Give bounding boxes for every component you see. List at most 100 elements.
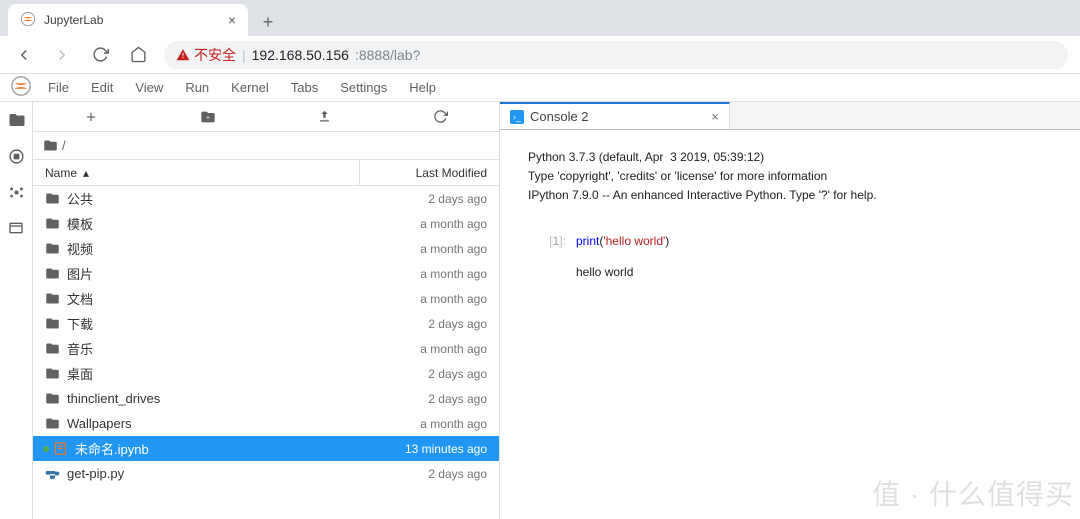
- file-toolbar: +: [33, 102, 499, 132]
- file-row[interactable]: 视频a month ago: [33, 236, 499, 261]
- menu-file[interactable]: File: [38, 76, 79, 99]
- forward-button[interactable]: [50, 43, 74, 67]
- file-row[interactable]: 模板a month ago: [33, 211, 499, 236]
- jl-topbar: FileEditViewRunKernelTabsSettingsHelp: [0, 74, 1080, 102]
- file-name: 视频: [61, 239, 359, 258]
- file-name: 公共: [61, 189, 359, 208]
- url-field[interactable]: 不安全 | 192.168.50.156:8888/lab?: [164, 41, 1068, 69]
- folder-icon: [43, 266, 61, 281]
- browser-tab[interactable]: JupyterLab ×: [8, 4, 248, 36]
- console-tab[interactable]: ›_ Console 2 ×: [500, 102, 730, 129]
- file-modified: a month ago: [359, 267, 499, 281]
- main-area: ›_ Console 2 × Python 3.7.3 (default, Ap…: [500, 102, 1080, 519]
- menu-kernel[interactable]: Kernel: [221, 76, 279, 99]
- folder-icon: [43, 341, 61, 356]
- file-modified: a month ago: [359, 242, 499, 256]
- file-modified: 13 minutes ago: [359, 442, 499, 456]
- menu-view[interactable]: View: [125, 76, 173, 99]
- file-name: Wallpapers: [61, 416, 359, 431]
- file-list-header: Name ▴ Last Modified: [33, 160, 499, 186]
- console-banner: Python 3.7.3 (default, Apr 3 2019, 05:39…: [528, 148, 1052, 206]
- file-name: 下载: [61, 314, 359, 333]
- close-icon[interactable]: ×: [711, 109, 719, 124]
- file-name: get-pip.py: [61, 466, 359, 481]
- browser-chrome: JupyterLab × + 不安全 | 192.168.50.156:8888…: [0, 0, 1080, 74]
- file-name: thinclient_drives: [61, 391, 359, 406]
- svg-text:+: +: [206, 114, 210, 121]
- input-code: print('hello world'): [576, 232, 669, 251]
- back-button[interactable]: [12, 43, 36, 67]
- file-modified: 2 days ago: [359, 392, 499, 406]
- file-row[interactable]: get-pip.py2 days ago: [33, 461, 499, 486]
- menu-run[interactable]: Run: [175, 76, 219, 99]
- refresh-button[interactable]: [383, 109, 500, 124]
- folder-icon: [43, 191, 61, 206]
- running-icon[interactable]: [0, 140, 33, 172]
- sort-asc-icon: ▴: [83, 166, 89, 180]
- file-modified: 2 days ago: [359, 367, 499, 381]
- dock-tab-bar: ›_ Console 2 ×: [500, 102, 1080, 130]
- console-icon: ›_: [510, 110, 524, 124]
- col-name[interactable]: Name ▴: [33, 166, 359, 180]
- console-body[interactable]: Python 3.7.3 (default, Apr 3 2019, 05:39…: [500, 130, 1080, 519]
- file-browser: + / Name ▴ Last Modified 公共2 days ago模板a…: [33, 102, 500, 519]
- folder-icon: [43, 138, 58, 153]
- left-sidebar: [0, 102, 33, 519]
- menu-bar: FileEditViewRunKernelTabsSettingsHelp: [38, 76, 446, 99]
- breadcrumb[interactable]: /: [33, 132, 499, 160]
- input-prompt: [1]:: [528, 232, 576, 251]
- menu-edit[interactable]: Edit: [81, 76, 123, 99]
- file-modified: 2 days ago: [359, 317, 499, 331]
- file-row[interactable]: 未命名.ipynb13 minutes ago: [33, 436, 499, 461]
- file-name: 桌面: [61, 364, 359, 383]
- menu-help[interactable]: Help: [399, 76, 446, 99]
- folder-icon: [43, 391, 61, 406]
- files-icon[interactable]: [0, 104, 33, 136]
- jl-body: + / Name ▴ Last Modified 公共2 days ago模板a…: [0, 102, 1080, 519]
- file-row[interactable]: 音乐a month ago: [33, 336, 499, 361]
- console-cell: [1]: print('hello world'): [528, 232, 1052, 251]
- new-folder-button[interactable]: +: [150, 109, 267, 125]
- file-name: 图片: [61, 264, 359, 283]
- crumb-root: /: [62, 138, 66, 153]
- url-rest: :8888/lab?: [355, 47, 420, 63]
- url-host: 192.168.50.156: [252, 47, 349, 63]
- file-row[interactable]: 文档a month ago: [33, 286, 499, 311]
- jupyterlab-app: FileEditViewRunKernelTabsSettingsHelp + …: [0, 74, 1080, 519]
- upload-button[interactable]: [266, 109, 383, 124]
- file-row[interactable]: 下载2 days ago: [33, 311, 499, 336]
- file-row[interactable]: 桌面2 days ago: [33, 361, 499, 386]
- reload-button[interactable]: [88, 43, 112, 67]
- console-tab-label: Console 2: [530, 109, 705, 124]
- file-row[interactable]: thinclient_drives2 days ago: [33, 386, 499, 411]
- running-dot-icon: [43, 446, 49, 452]
- file-row[interactable]: 图片a month ago: [33, 261, 499, 286]
- folder-icon: [43, 366, 61, 381]
- commands-icon[interactable]: [0, 176, 33, 208]
- new-launcher-button[interactable]: [33, 110, 150, 124]
- jupyter-logo-icon[interactable]: [4, 75, 38, 100]
- tab-strip: JupyterLab × +: [0, 0, 1080, 36]
- address-bar: 不安全 | 192.168.50.156:8888/lab?: [0, 36, 1080, 74]
- file-modified: 2 days ago: [359, 192, 499, 206]
- tabs-icon[interactable]: [0, 212, 33, 244]
- file-row[interactable]: Wallpapersa month ago: [33, 411, 499, 436]
- file-name: 音乐: [61, 339, 359, 358]
- menu-tabs[interactable]: Tabs: [281, 76, 328, 99]
- tab-close-icon[interactable]: ×: [228, 12, 236, 28]
- file-list: 公共2 days ago模板a month ago视频a month ago图片…: [33, 186, 499, 519]
- file-name: 模板: [61, 214, 359, 233]
- new-tab-button[interactable]: +: [254, 8, 282, 36]
- notebook-icon: [51, 441, 69, 456]
- home-button[interactable]: [126, 43, 150, 67]
- browser-tab-title: JupyterLab: [44, 13, 220, 27]
- console-output: hello world: [576, 263, 1052, 282]
- file-row[interactable]: 公共2 days ago: [33, 186, 499, 211]
- folder-icon: [43, 216, 61, 231]
- python-icon: [43, 466, 61, 481]
- col-modified[interactable]: Last Modified: [359, 160, 499, 185]
- not-secure-badge[interactable]: 不安全: [176, 45, 236, 65]
- folder-icon: [43, 316, 61, 331]
- folder-icon: [43, 241, 61, 256]
- menu-settings[interactable]: Settings: [330, 76, 397, 99]
